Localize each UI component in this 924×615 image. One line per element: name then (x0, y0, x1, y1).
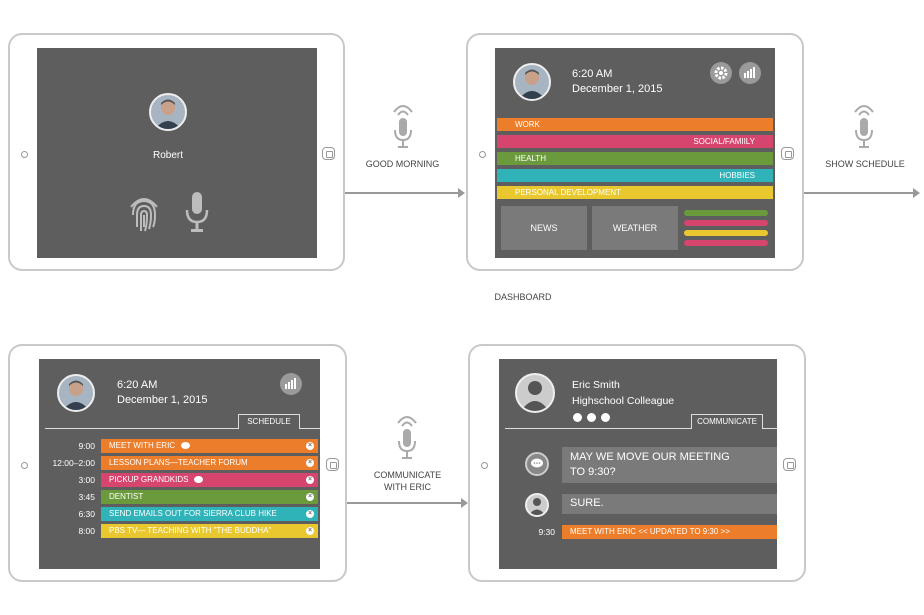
schedule-time: 9:00 (78, 441, 95, 451)
schedule-screen: 6:20 AM December 1, 2015 SCHEDULE 9:00 ME… (39, 359, 320, 569)
chat-icon[interactable] (194, 476, 204, 484)
chat-bubble-icon (525, 452, 549, 476)
tab-communicate[interactable]: COMMUNICATE (691, 414, 763, 429)
update-time: 9:30 (538, 527, 555, 537)
category-bar[interactable]: SOCIAL/FAMIILY (497, 135, 773, 148)
contact-role: Highschool Colleague (572, 395, 675, 407)
tablet-camera (21, 462, 28, 469)
chat-icon[interactable] (181, 442, 191, 450)
schedule-event-label: LESSON PLANS—TEACHER FORUM (109, 458, 248, 467)
dashboard-screen: 6:20 AM December 1, 2015 WORK SOCIAL/FAMI… (495, 48, 775, 258)
tablet-camera (21, 151, 28, 158)
email-icon[interactable] (587, 413, 596, 422)
voice-mic-icon (852, 100, 876, 155)
close-icon[interactable]: × (306, 510, 314, 518)
dashboard-caption: DASHBOARD (494, 292, 552, 302)
close-icon[interactable]: × (306, 527, 314, 535)
contact-name: Eric Smith (572, 379, 620, 391)
updated-event-bar[interactable]: MEET WITH ERIC << UPDATED TO 9:30 >> (562, 525, 777, 539)
schedule-event-label: SEND EMAILS OUT FOR SIERRA CLUB HIKE (109, 509, 277, 518)
voice-command-label: COMMUNICATE WITH ERIC (373, 470, 442, 492)
schedule-time: 3:45 (78, 492, 95, 502)
voice-command-label: SHOW SCHEDULE (825, 159, 905, 169)
tablet-dashboard: 6:20 AM December 1, 2015 WORK SOCIAL/FAMI… (466, 33, 804, 271)
mini-bar (684, 220, 768, 226)
outgoing-message-text: SURE. (570, 497, 604, 509)
avatar[interactable] (57, 374, 95, 412)
current-time: 6:20 AM (117, 379, 158, 391)
communicate-screen: Eric Smith Highschool Colleague COMMUNIC… (499, 359, 777, 569)
schedule-event[interactable]: MEET WITH ERIC × (101, 439, 318, 453)
current-date: December 1, 2015 (117, 394, 208, 406)
current-date: December 1, 2015 (572, 83, 663, 95)
schedule-event[interactable]: LESSON PLANS—TEACHER FORUM × (101, 456, 318, 470)
avatar[interactable] (513, 63, 551, 101)
category-bar[interactable]: HEALTH (497, 152, 773, 165)
tab-schedule[interactable]: SCHEDULE (238, 414, 300, 429)
user-avatar-small (525, 493, 549, 517)
close-icon[interactable]: × (306, 442, 314, 450)
user-name: Robert (152, 150, 183, 161)
category-bar[interactable]: PERSONAL DEVELOPMENT (497, 186, 773, 199)
mini-bar (684, 240, 768, 246)
voice-command-label: GOOD MORNING (365, 159, 440, 169)
schedule-event-label: PBS TV— TEACHING WITH "THE BUDDHA" (109, 526, 272, 535)
chat-icon[interactable] (601, 413, 610, 422)
home-button[interactable] (326, 458, 339, 471)
microphone-icon[interactable] (185, 192, 209, 237)
weather-tile[interactable]: WEATHER (592, 206, 678, 250)
incoming-message-text: MAY WE MOVE OUR MEETING TO 9:30? (570, 451, 730, 478)
home-button[interactable] (783, 458, 796, 471)
home-button[interactable] (781, 147, 794, 160)
tablet-schedule: 6:20 AM December 1, 2015 SCHEDULE 9:00 ME… (8, 344, 347, 582)
phone-icon[interactable] (573, 413, 582, 422)
current-time: 6:20 AM (572, 68, 613, 80)
schedule-time: 8:00 (78, 526, 95, 536)
flow-arrow (347, 498, 468, 508)
avatar-robert[interactable] (149, 93, 187, 131)
incoming-message: MAY WE MOVE OUR MEETING TO 9:30? (562, 447, 777, 483)
schedule-time: 12:00–2:00 (52, 458, 95, 468)
tablet-communicate: Eric Smith Highschool Colleague COMMUNIC… (468, 344, 806, 582)
contact-avatar[interactable] (515, 373, 555, 413)
tablet-login: Robert (8, 33, 345, 271)
close-icon[interactable]: × (306, 459, 314, 467)
schedule-event[interactable]: DENTIST × (101, 490, 318, 504)
schedule-time: 6:30 (78, 509, 95, 519)
schedule-event[interactable]: SEND EMAILS OUT FOR SIERRA CLUB HIKE × (101, 507, 318, 521)
category-bar[interactable]: HOBBIES (497, 169, 773, 182)
login-screen: Robert (37, 48, 317, 258)
news-tile[interactable]: NEWS (501, 206, 587, 250)
flow-arrow (804, 188, 920, 198)
voice-mic-icon (395, 411, 419, 466)
flow-arrow (345, 188, 465, 198)
schedule-time: 3:00 (78, 475, 95, 485)
schedule-event-label: MEET WITH ERIC (109, 441, 176, 450)
schedule-event-label: DENTIST (109, 492, 144, 501)
signal-icon[interactable] (280, 373, 302, 395)
tablet-camera (481, 462, 488, 469)
gear-icon[interactable] (710, 62, 732, 84)
category-bar[interactable]: WORK (497, 118, 773, 131)
schedule-event[interactable]: PBS TV— TEACHING WITH "THE BUDDHA" × (101, 524, 318, 538)
outgoing-message: SURE. (562, 494, 777, 514)
signal-icon[interactable] (739, 62, 761, 84)
home-button[interactable] (322, 147, 335, 160)
tablet-camera (479, 151, 486, 158)
schedule-event[interactable]: PICKUP GRANDKIDS × (101, 473, 318, 487)
close-icon[interactable]: × (306, 493, 314, 501)
schedule-event-label: PICKUP GRANDKIDS (109, 475, 189, 484)
fingerprint-icon[interactable] (127, 193, 161, 238)
close-icon[interactable]: × (306, 476, 314, 484)
mini-bar (684, 230, 768, 236)
mini-bar (684, 210, 768, 216)
voice-mic-icon (391, 100, 415, 155)
